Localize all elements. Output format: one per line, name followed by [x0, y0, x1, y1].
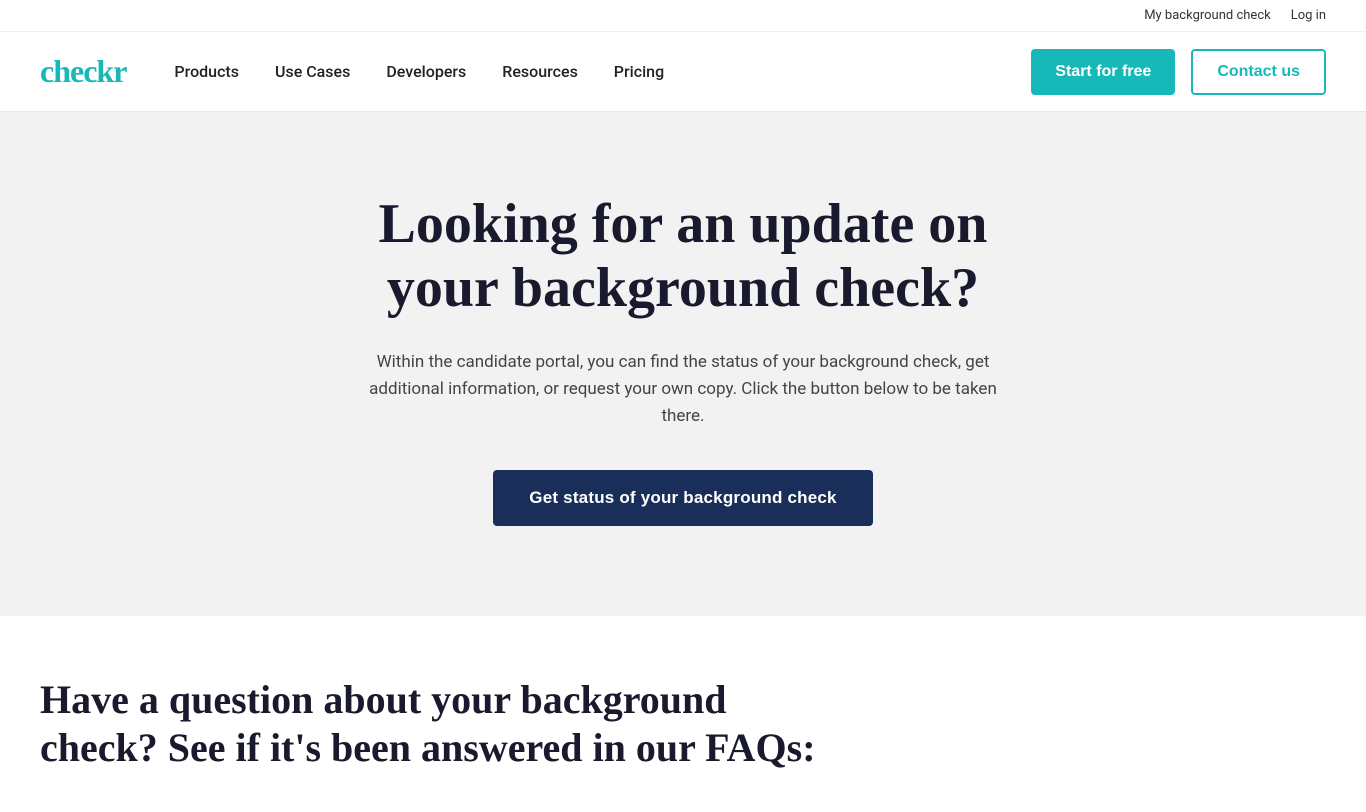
- nav-link-products[interactable]: Products: [174, 62, 239, 81]
- faq-title: Have a question about your background ch…: [40, 676, 840, 772]
- navbar-right: Start for free Contact us: [1031, 49, 1326, 95]
- nav-item-use-cases[interactable]: Use Cases: [275, 62, 350, 81]
- top-utility-bar: My background check Log in: [0, 0, 1366, 32]
- nav-item-resources[interactable]: Resources: [502, 62, 578, 81]
- faq-section: Have a question about your background ch…: [0, 616, 1366, 812]
- login-link[interactable]: Log in: [1291, 8, 1326, 23]
- navbar-left: checkr Products Use Cases Developers Res…: [40, 53, 664, 90]
- nav-link-developers[interactable]: Developers: [386, 62, 466, 81]
- contact-us-button[interactable]: Contact us: [1191, 49, 1326, 95]
- hero-title: Looking for an update on your background…: [333, 192, 1033, 321]
- my-background-check-link[interactable]: My background check: [1144, 8, 1271, 23]
- logo[interactable]: checkr: [40, 53, 126, 90]
- nav-link-use-cases[interactable]: Use Cases: [275, 62, 350, 81]
- start-for-free-button[interactable]: Start for free: [1031, 49, 1175, 95]
- nav-link-resources[interactable]: Resources: [502, 62, 578, 81]
- hero-subtitle: Within the candidate portal, you can fin…: [363, 349, 1003, 431]
- nav-item-developers[interactable]: Developers: [386, 62, 466, 81]
- nav-link-pricing[interactable]: Pricing: [614, 62, 664, 81]
- main-navbar: checkr Products Use Cases Developers Res…: [0, 32, 1366, 112]
- get-status-button[interactable]: Get status of your background check: [493, 470, 872, 526]
- hero-section: Looking for an update on your background…: [0, 112, 1366, 616]
- nav-links: Products Use Cases Developers Resources …: [174, 62, 664, 81]
- nav-item-products[interactable]: Products: [174, 62, 239, 81]
- nav-item-pricing[interactable]: Pricing: [614, 62, 664, 81]
